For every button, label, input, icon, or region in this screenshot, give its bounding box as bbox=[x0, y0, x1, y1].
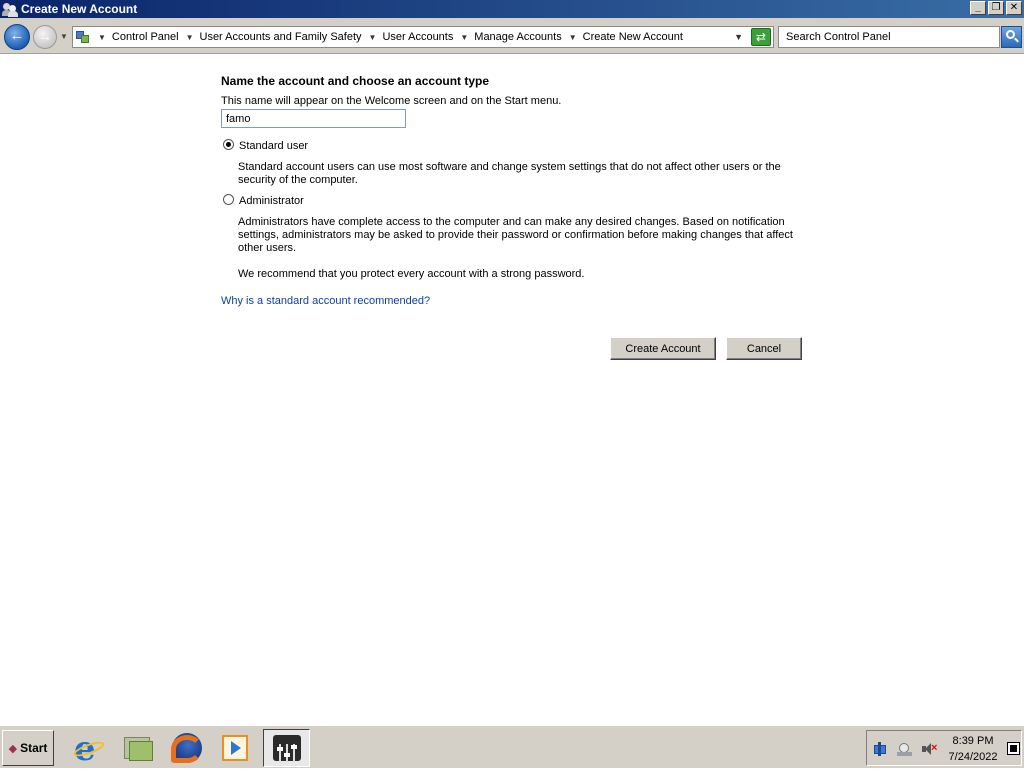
audio-mixer-icon bbox=[273, 735, 301, 762]
media-player-icon[interactable] bbox=[218, 731, 252, 765]
user-accounts-icon bbox=[2, 1, 18, 17]
main-content: Name the account and choose an account t… bbox=[0, 55, 1024, 725]
breadcrumb-arrow[interactable]: ▼ bbox=[369, 33, 377, 42]
breadcrumb-arrow[interactable]: ▼ bbox=[98, 33, 106, 42]
title-bar: Create New Account _ ❐ ✕ bbox=[0, 0, 1024, 18]
internet-explorer-icon[interactable]: e bbox=[72, 729, 106, 769]
control-panel-icon bbox=[75, 29, 91, 45]
refresh-button[interactable]: ⇄ bbox=[751, 28, 771, 46]
page-heading: Name the account and choose an account t… bbox=[221, 74, 490, 88]
close-button[interactable]: ✕ bbox=[1006, 1, 1022, 15]
breadcrumb-manage-accounts[interactable]: Manage Accounts bbox=[474, 31, 561, 43]
file-manager-icon[interactable] bbox=[122, 731, 156, 765]
back-button[interactable]: ← bbox=[4, 24, 30, 50]
address-dropdown-icon[interactable]: ▼ bbox=[734, 32, 743, 42]
password-recommendation: We recommend that you protect every acco… bbox=[238, 268, 585, 280]
administrator-description: Administrators have complete access to t… bbox=[238, 216, 793, 254]
recent-pages-dropdown[interactable]: ▼ bbox=[60, 32, 68, 41]
name-field-description: This name will appear on the Welcome scr… bbox=[221, 95, 562, 107]
breadcrumb-arrow[interactable]: ▼ bbox=[460, 33, 468, 42]
forward-button[interactable]: → bbox=[33, 25, 57, 49]
clock-date[interactable]: 7/24/2022 bbox=[933, 751, 1013, 763]
create-account-button[interactable]: Create Account bbox=[610, 337, 716, 360]
breadcrumb-create-new-account[interactable]: Create New Account bbox=[583, 31, 683, 43]
breadcrumb-arrow[interactable]: ▼ bbox=[569, 33, 577, 42]
navigation-bar: ← → ▼ ▼ Control Panel ▼ User Accounts an… bbox=[0, 18, 1024, 54]
clock-time[interactable]: 8:39 PM bbox=[933, 735, 1013, 747]
administrator-radio[interactable] bbox=[223, 194, 234, 205]
search-button[interactable] bbox=[1001, 26, 1022, 48]
start-label: Start bbox=[20, 741, 48, 755]
restore-button[interactable]: ❐ bbox=[988, 1, 1004, 15]
taskbar: ◆ Start e × 8:39 PM 7/24/2022 bbox=[0, 725, 1024, 769]
network-icon[interactable] bbox=[873, 742, 889, 756]
account-name-input[interactable] bbox=[221, 109, 406, 128]
system-tray: × 8:39 PM 7/24/2022 bbox=[866, 730, 1022, 766]
power-icon[interactable] bbox=[897, 742, 913, 756]
minimize-button[interactable]: _ bbox=[970, 1, 986, 15]
breadcrumb-user-accounts-family-safety[interactable]: User Accounts and Family Safety bbox=[200, 31, 362, 43]
firefox-icon[interactable] bbox=[170, 731, 204, 765]
why-standard-account-link[interactable]: Why is a standard account recommended? bbox=[221, 295, 430, 307]
start-button[interactable]: ◆ Start bbox=[2, 730, 54, 766]
breadcrumb-arrow[interactable]: ▼ bbox=[186, 33, 194, 42]
window-title: Create New Account bbox=[21, 2, 138, 16]
show-desktop-icon[interactable] bbox=[1007, 742, 1020, 755]
search-input[interactable] bbox=[778, 26, 1000, 48]
windows-logo-icon: ◆ bbox=[8, 742, 18, 755]
standard-user-label[interactable]: Standard user bbox=[239, 140, 308, 152]
standard-user-radio[interactable] bbox=[223, 139, 234, 150]
breadcrumb-control-panel[interactable]: Control Panel bbox=[112, 31, 179, 43]
breadcrumb-user-accounts[interactable]: User Accounts bbox=[382, 31, 453, 43]
audio-mixer-task-button[interactable] bbox=[263, 729, 310, 767]
administrator-label[interactable]: Administrator bbox=[239, 195, 304, 207]
cancel-button[interactable]: Cancel bbox=[726, 337, 802, 360]
standard-user-description: Standard account users can use most soft… bbox=[238, 161, 781, 186]
address-bar[interactable]: ▼ Control Panel ▼ User Accounts and Fami… bbox=[72, 26, 774, 48]
